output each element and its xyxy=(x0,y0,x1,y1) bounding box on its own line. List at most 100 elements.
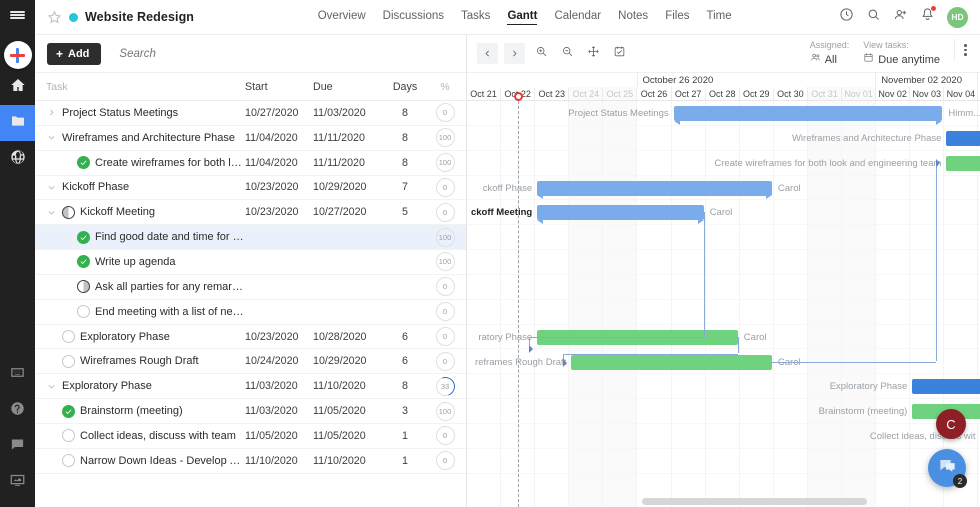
table-row[interactable]: Wireframes and Architecture Phase11/04/2… xyxy=(35,126,466,151)
task-checkbox-partial[interactable] xyxy=(77,280,90,293)
task-rows: Project Status Meetings10/27/202011/03/2… xyxy=(35,101,466,507)
tab-gantt[interactable]: Gantt xyxy=(507,10,537,25)
table-row[interactable]: Write up agenda100 xyxy=(35,250,466,275)
chat-fab[interactable]: 2 xyxy=(928,449,966,487)
task-checkbox[interactable] xyxy=(62,454,75,467)
table-row[interactable]: Narrow Down Ideas - Develop Act...11/10/… xyxy=(35,449,466,474)
table-row[interactable]: Create wireframes for both look a...11/0… xyxy=(35,151,466,176)
table-row[interactable]: End meeting with a list of need...0 xyxy=(35,300,466,325)
hamburger-icon[interactable] xyxy=(0,0,35,30)
table-row[interactable]: Kickoff Meeting10/23/202010/27/202050 xyxy=(35,200,466,225)
zoom-out-icon xyxy=(561,45,574,63)
task-progress[interactable]: 0 xyxy=(436,302,455,321)
task-progress[interactable]: 0 xyxy=(436,103,455,122)
task-checkbox[interactable] xyxy=(62,429,75,442)
gantt-bar[interactable] xyxy=(537,181,772,196)
task-progress[interactable]: 0 xyxy=(436,277,455,296)
rail-item-chat[interactable] xyxy=(0,429,35,465)
gantt-more-menu[interactable] xyxy=(954,39,970,61)
gantt-bar[interactable] xyxy=(946,131,980,146)
gantt-bar[interactable] xyxy=(537,205,704,220)
task-progress[interactable]: 0 xyxy=(436,352,455,371)
tab-time[interactable]: Time xyxy=(706,10,731,25)
table-row[interactable]: Brainstorm (meeting)11/03/202011/05/2020… xyxy=(35,399,466,424)
task-start-date: 11/04/2020 xyxy=(245,132,313,144)
rail-item-projects[interactable] xyxy=(0,105,35,141)
collapse-chevron-icon[interactable] xyxy=(46,182,57,193)
collaborator-avatar[interactable]: C xyxy=(936,409,966,439)
task-checkbox[interactable] xyxy=(62,330,75,343)
tab-overview[interactable]: Overview xyxy=(318,10,366,25)
table-row[interactable]: Exploratory Phase11/03/202011/10/2020833 xyxy=(35,374,466,399)
gantt-bar[interactable] xyxy=(674,106,943,121)
fit-button[interactable] xyxy=(583,44,603,64)
table-row[interactable]: Kickoff Phase10/23/202010/29/202070 xyxy=(35,176,466,201)
task-progress[interactable]: 100 xyxy=(436,228,455,247)
zoom-out-button[interactable] xyxy=(557,44,577,64)
tab-tasks[interactable]: Tasks xyxy=(461,10,490,25)
gantt-bar[interactable] xyxy=(912,379,980,394)
assigned-filter[interactable]: Assigned: All xyxy=(810,39,850,68)
page-title: Website Redesign xyxy=(85,10,194,24)
tab-calendar[interactable]: Calendar xyxy=(554,10,601,25)
task-checkbox-done[interactable] xyxy=(62,405,75,418)
folder-icon xyxy=(10,113,26,134)
gantt-bar[interactable] xyxy=(946,156,980,171)
rail-item-help[interactable] xyxy=(0,393,35,429)
global-add-button[interactable] xyxy=(4,41,32,69)
expand-chevron-icon[interactable] xyxy=(46,107,57,118)
collapse-chevron-icon[interactable] xyxy=(46,381,57,392)
prev-button[interactable] xyxy=(477,43,498,64)
table-row[interactable]: Ask all parties for any remarks...0 xyxy=(35,275,466,300)
timeline-day-label: Oct 25 xyxy=(603,87,637,100)
gantt-row xyxy=(467,225,980,250)
table-row[interactable]: Exploratory Phase10/23/202010/28/202060 xyxy=(35,325,466,350)
task-progress[interactable]: 100 xyxy=(436,402,455,421)
task-progress[interactable]: 0 xyxy=(436,178,455,197)
horizontal-scrollbar[interactable] xyxy=(642,498,867,505)
table-row[interactable]: Project Status Meetings10/27/202011/03/2… xyxy=(35,101,466,126)
timeline-day-label: Oct 26 xyxy=(637,87,671,100)
zoom-in-button[interactable] xyxy=(531,44,551,64)
add-person-icon[interactable] xyxy=(893,7,908,27)
add-task-button[interactable]: + Add xyxy=(47,43,101,65)
task-progress[interactable]: 100 xyxy=(436,128,455,147)
task-progress[interactable]: 0 xyxy=(436,426,455,445)
view-tasks-filter[interactable]: View tasks: Due anytime xyxy=(863,39,940,68)
tab-notes[interactable]: Notes xyxy=(618,10,648,25)
today-button[interactable] xyxy=(609,44,629,64)
gantt-chart[interactable]: Project Status MeetingsHimm...Wireframes… xyxy=(467,101,980,507)
task-checkbox-done[interactable] xyxy=(77,255,90,268)
rail-item-everything[interactable] xyxy=(0,141,35,177)
search-input[interactable] xyxy=(119,48,339,60)
rail-item-keyboard[interactable] xyxy=(0,357,35,393)
task-progress[interactable]: 100 xyxy=(436,252,455,271)
task-progress[interactable]: 0 xyxy=(436,451,455,470)
search-icon[interactable] xyxy=(866,7,881,27)
task-checkbox[interactable] xyxy=(77,305,90,318)
table-row[interactable]: Collect ideas, discuss with team11/05/20… xyxy=(35,424,466,449)
task-progress[interactable]: 33 xyxy=(436,377,455,396)
tab-files[interactable]: Files xyxy=(665,10,689,25)
tab-discussions[interactable]: Discussions xyxy=(383,10,444,25)
task-checkbox-done[interactable] xyxy=(77,231,90,244)
rail-item-screen-share[interactable] xyxy=(0,465,35,501)
gantt-bar[interactable] xyxy=(571,355,772,370)
collapse-chevron-icon[interactable] xyxy=(46,207,57,218)
task-checkbox-partial[interactable] xyxy=(62,206,75,219)
next-button[interactable] xyxy=(504,43,525,64)
collapse-chevron-icon[interactable] xyxy=(46,132,57,143)
timer-icon[interactable] xyxy=(839,7,854,27)
table-row[interactable]: Wireframes Rough Draft10/24/202010/29/20… xyxy=(35,349,466,374)
notifications-bell-icon[interactable] xyxy=(920,7,935,27)
rail-item-home[interactable] xyxy=(0,69,35,105)
task-due-date: 11/03/2020 xyxy=(313,107,383,119)
task-progress[interactable]: 0 xyxy=(436,327,455,346)
table-row[interactable]: Find good date and time for all...100 xyxy=(35,225,466,250)
task-progress[interactable]: 100 xyxy=(436,153,455,172)
star-outline-icon[interactable] xyxy=(47,10,62,25)
task-checkbox[interactable] xyxy=(62,355,75,368)
task-checkbox-done[interactable] xyxy=(77,156,90,169)
task-progress[interactable]: 0 xyxy=(436,203,455,222)
avatar[interactable]: HD xyxy=(947,7,968,28)
